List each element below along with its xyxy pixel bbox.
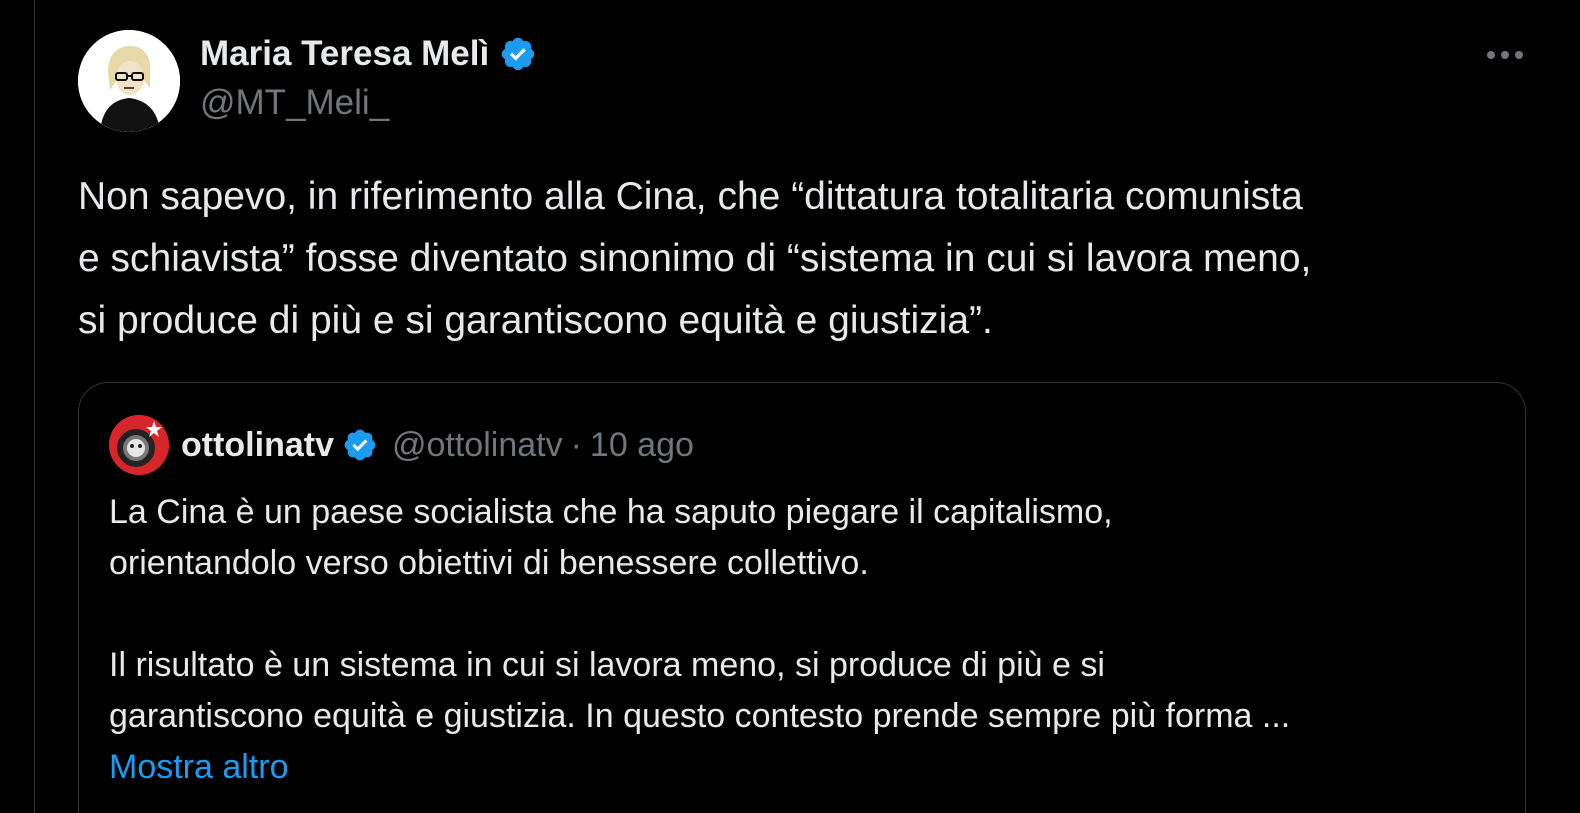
author-avatar[interactable]	[78, 30, 180, 132]
quoted-author-avatar[interactable]	[109, 415, 169, 475]
ottolina-logo-icon	[109, 415, 169, 475]
quoted-author-handle[interactable]: @ottolinatv	[392, 426, 563, 465]
verified-badge-icon[interactable]	[499, 35, 537, 73]
show-more-link[interactable]: Mostra altro	[109, 742, 1499, 793]
author-name[interactable]: Maria Teresa Melì	[200, 34, 489, 74]
quoted-tweet-timestamp[interactable]: 10 ago	[590, 426, 694, 465]
tweet-text-line: Non sapevo, in riferimento alla Cina, ch…	[78, 175, 1303, 218]
tweet-text: Non sapevo, in riferimento alla Cina, ch…	[78, 166, 1538, 352]
avatar-illustration-icon	[78, 30, 180, 132]
header-separator: ·	[570, 425, 582, 464]
quoted-author-name[interactable]: ottolinatv	[181, 426, 334, 465]
quoted-tweet-text: La Cina è un paese socialista che ha sap…	[109, 487, 1499, 793]
quoted-text-line: La Cina è un paese socialista che ha sap…	[109, 493, 1113, 531]
quoted-text-line: Il risultato è un sistema in cui si lavo…	[109, 646, 1105, 684]
quoted-tweet-card[interactable]: ottolinatv @ottolinatv · 10 ago La Cina …	[78, 382, 1526, 813]
quoted-text-line: garantiscono equità e giustizia. In ques…	[109, 697, 1291, 735]
tweet-text-line: si produce di più e si garantiscono equi…	[78, 299, 993, 342]
author-name-row[interactable]: Maria Teresa Melì	[200, 32, 537, 76]
tweet[interactable]: Maria Teresa Melì @MT_Meli_ Non sapevo, …	[35, 0, 1580, 813]
more-options-icon[interactable]	[1475, 40, 1535, 70]
tweet-text-line: e schiavista” fosse diventato sinonimo d…	[78, 237, 1312, 280]
quoted-text-line: orientandolo verso obiettivi di benesser…	[109, 544, 869, 582]
author-handle[interactable]: @MT_Meli_	[200, 83, 389, 123]
quoted-verified-badge-icon	[342, 427, 378, 463]
quoted-tweet-header: ottolinatv @ottolinatv · 10 ago	[109, 413, 694, 477]
